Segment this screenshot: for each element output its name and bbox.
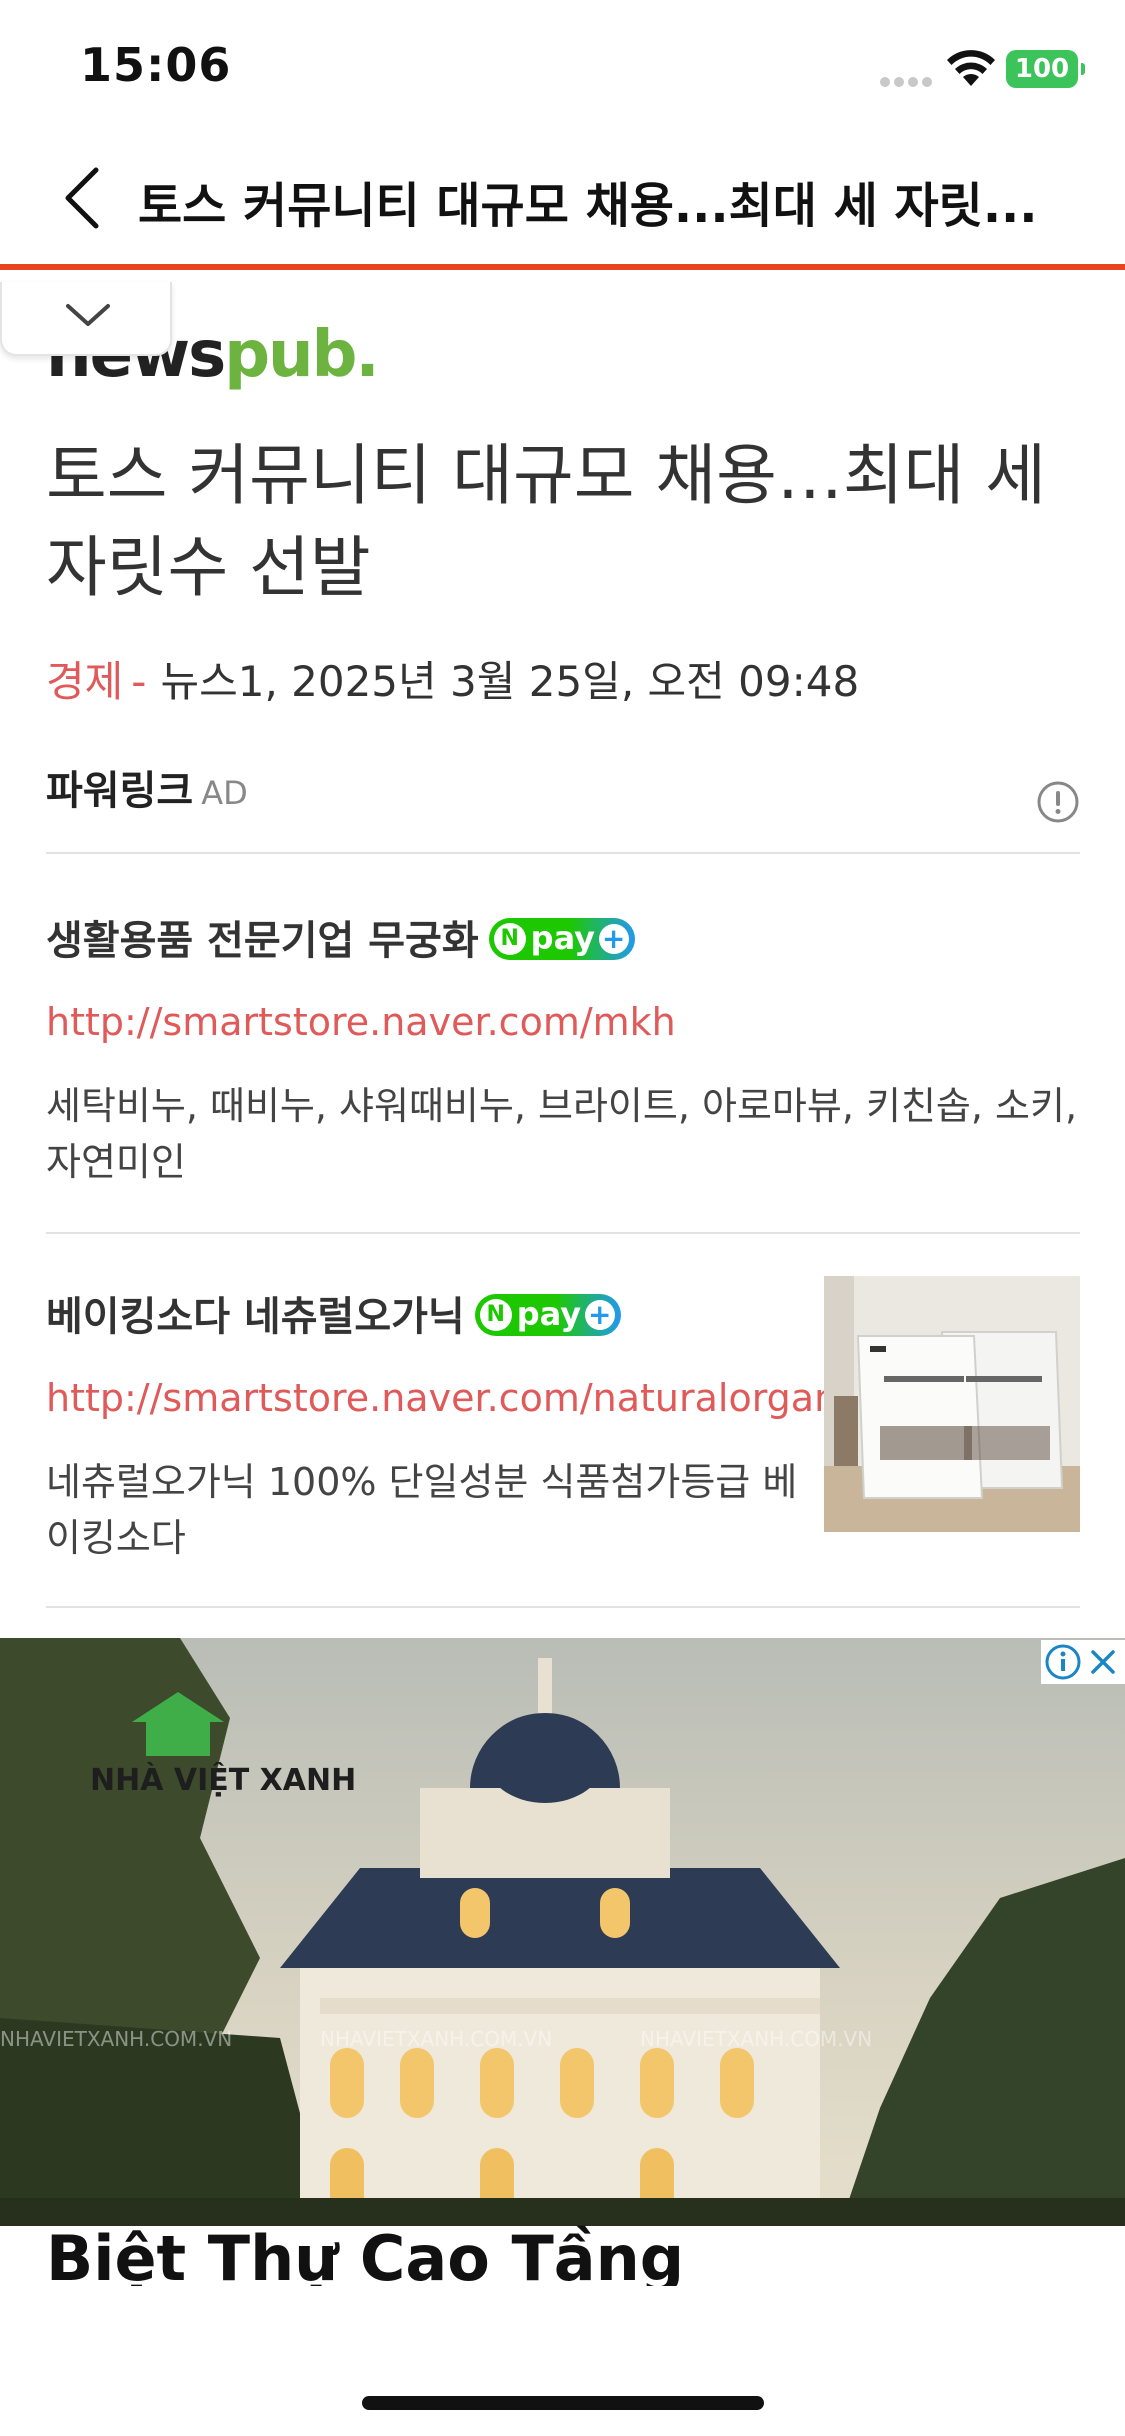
status-bar: 15:06 100 [0,0,1125,130]
ad-name: 베이킹소다 네츄럴오가닉 [46,1294,465,1340]
wifi-icon [947,50,995,86]
npay-plus-badge: Npay + [488,918,635,960]
npay-n-icon: N [493,923,526,955]
ad-description: 네츄럴오가닉 100% 단일성분 식품첨가등급 베이킹소다 [46,1460,798,1560]
nav-title: 토스 커뮤니티 대규모 채용...최대 세 자릿... [138,178,1038,234]
article-category[interactable]: 경제 [46,657,123,706]
back-button[interactable] [56,162,116,234]
powerlink-header: 파워링크 AD [46,758,1080,854]
info-icon[interactable] [1036,780,1080,824]
npay-label: pay [516,1295,582,1333]
collapse-toggle-button[interactable] [0,282,172,356]
adchoices-bar [1041,1640,1125,1684]
banner-villa-image: NHÀ VIỆT XANH NHAVIETXANH.COM.VN NHAVIET… [0,1638,1125,2288]
home-indicator[interactable] [362,2396,764,2410]
npay-plus-badge: Npay + [474,1294,621,1336]
plus-icon: + [598,924,629,954]
banner-watermark: NHAVIETXANH.COM.VN [640,2027,872,2051]
cellular-signal-icon [880,72,936,87]
ad-thumbnail-image[interactable] [824,1276,1080,1532]
article-source-date: 뉴스1, 2025년 3월 25일, 오전 09:48 [160,657,860,706]
adchoices-info-icon[interactable] [1045,1644,1081,1680]
bottom-safe-area [0,2286,1125,2436]
ad-item[interactable]: 베이킹소다 네츄럴오가닉 Npay + http://smartstore.nave… [46,1236,1080,1608]
banner-watermark: NHAVIETXANH.COM.VN [320,2027,552,2051]
banner-caption: Biệt Thự Cao Tầng [46,2222,685,2288]
ad-name: 생활용품 전문기업 무궁화 [46,918,479,964]
ad-name-row: 생활용품 전문기업 무궁화 Npay + [46,908,635,966]
article-meta: 경제 - 뉴스1, 2025년 3월 25일, 오전 09:48 [46,648,859,709]
banner-logo-text: NHÀ VIỆT XANH [90,1761,356,1798]
ad-item[interactable]: 생활용품 전문기업 무궁화 Npay + http://smartstore.nav… [46,860,1080,1234]
npay-n-icon: N [479,1299,512,1331]
ad-label: AD [201,774,248,812]
ad-url[interactable]: http://smartstore.naver.com/mkh [46,1000,676,1044]
battery-indicator: 100 [1006,50,1085,88]
plus-icon: + [584,1300,615,1330]
banner-watermark: NHAVIETXANH.COM.VN [0,2027,232,2051]
powerlink-title: 파워링크 [46,768,194,814]
chevron-down-icon [66,304,110,326]
meta-separator: - [131,657,147,706]
close-ad-icon[interactable] [1091,1650,1115,1674]
nav-header: 토스 커뮤니티 대규모 채용...최대 세 자릿... [0,130,1125,266]
ad-name-row: 베이킹소다 네츄럴오가닉 Npay + [46,1284,621,1342]
ad-url[interactable]: http://smartstore.naver.com/naturalorgan… [46,1376,870,1420]
status-time: 15:06 [80,38,232,92]
banner-ad[interactable]: NHÀ VIỆT XANH NHAVIETXANH.COM.VN NHAVIET… [0,1638,1125,2288]
header-divider [0,264,1125,270]
npay-label: pay [530,919,596,957]
article-title: 토스 커뮤니티 대규모 채용…최대 세 자릿수 선발 [46,437,1046,606]
ad-description: 세탁비누, 때비누, 샤워때비누, 브라이트, 아로마뷰, 키친솝, 소키, 자… [46,1084,1078,1184]
logo-pub-text: pub. [224,318,378,392]
